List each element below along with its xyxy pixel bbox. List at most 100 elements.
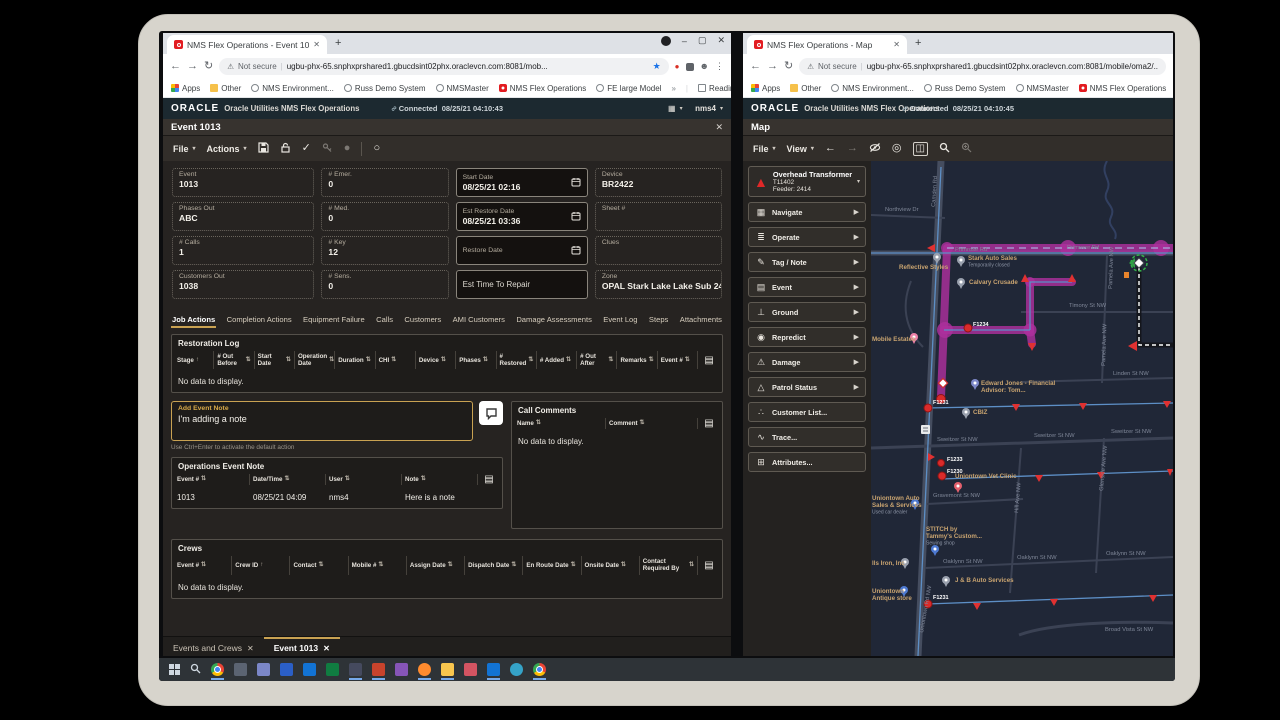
field-start-date[interactable]: Start Date08/25/21 02:16 bbox=[456, 168, 588, 197]
tab-equipment-failure[interactable]: Equipment Failure bbox=[302, 315, 366, 328]
column-chi[interactable]: CHI⇅ bbox=[376, 351, 416, 369]
back-icon[interactable]: ← bbox=[170, 61, 181, 72]
column-device[interactable]: Device⇅ bbox=[416, 351, 456, 369]
sort-icon[interactable]: ↑ bbox=[196, 357, 199, 364]
column-contact[interactable]: Contact⇅ bbox=[290, 556, 348, 574]
sort-icon[interactable]: ⇅ bbox=[284, 476, 289, 483]
column-start-date[interactable]: Start Date⇅ bbox=[255, 351, 295, 369]
taskbar-paint-icon[interactable] bbox=[349, 663, 362, 676]
taskbar-chrome2-icon[interactable] bbox=[533, 663, 546, 676]
zoom-in-icon[interactable] bbox=[961, 142, 972, 156]
panel-close-icon[interactable]: ✕ bbox=[715, 122, 723, 133]
map-canvas[interactable]: Northview DrCamden RdPrimrose RdPrimrose… bbox=[871, 161, 1173, 656]
menu-icon[interactable]: ⋮ bbox=[715, 62, 724, 71]
tab-ami-customers[interactable]: AMI Customers bbox=[452, 315, 506, 328]
column-dispatch-date[interactable]: Dispatch Date⇅ bbox=[465, 556, 523, 574]
sidebar-button-navigate[interactable]: ▦Navigate▶ bbox=[748, 202, 866, 222]
forward-icon[interactable]: → bbox=[187, 61, 198, 72]
bookmark-apps[interactable]: Apps bbox=[171, 84, 200, 93]
taskbar-outlook2-icon[interactable] bbox=[487, 663, 500, 676]
reload-icon[interactable]: ↻ bbox=[784, 61, 793, 72]
sidebar-button-patrol-status[interactable]: △Patrol Status▶ bbox=[748, 377, 866, 397]
tab-completion-actions[interactable]: Completion Actions bbox=[226, 315, 293, 328]
minimize-button[interactable]: – bbox=[682, 36, 687, 46]
column-crew-id[interactable]: Crew ID↑ bbox=[232, 556, 290, 574]
column-assign-date[interactable]: Assign Date⇅ bbox=[407, 556, 465, 574]
taskbar-edge-icon[interactable] bbox=[510, 663, 523, 676]
browser-tab-map[interactable]: NMS Flex Operations - Map ✕ bbox=[747, 35, 907, 54]
taskbar-firefox-icon[interactable] bbox=[418, 663, 431, 676]
start-button[interactable] bbox=[169, 664, 180, 675]
chrome-update-icon[interactable] bbox=[661, 36, 671, 46]
sort-icon[interactable]: ⇅ bbox=[448, 562, 453, 569]
sort-icon[interactable]: ⇅ bbox=[201, 476, 206, 483]
taskbar-search-icon[interactable] bbox=[190, 661, 201, 679]
field-emer[interactable]: # Emer.0 bbox=[321, 168, 448, 197]
sort-icon[interactable]: ⇅ bbox=[318, 562, 323, 569]
sort-icon[interactable]: ⇅ bbox=[640, 420, 645, 427]
add-event-note-input[interactable]: Add Event Note I'm adding a note bbox=[171, 401, 473, 441]
column-restored[interactable]: # Restored⇅ bbox=[497, 351, 537, 369]
calendar-icon[interactable] bbox=[571, 208, 581, 226]
sidebar-button-ground[interactable]: ⊥Ground▶ bbox=[748, 302, 866, 322]
field-med[interactable]: # Med.0 bbox=[321, 202, 448, 231]
new-tab-button[interactable]: + bbox=[335, 38, 341, 49]
taskbar-teams-icon[interactable] bbox=[257, 663, 270, 676]
new-tab-button[interactable]: + bbox=[915, 38, 921, 49]
sort-icon[interactable]: ⇅ bbox=[649, 357, 654, 364]
actions-menu[interactable]: Actions▾ bbox=[207, 144, 247, 154]
sort-icon[interactable]: ⇅ bbox=[345, 476, 350, 483]
field-customers-out[interactable]: Customers Out1038 bbox=[172, 270, 314, 299]
taskbar-snip-icon[interactable] bbox=[464, 663, 477, 676]
save-icon[interactable] bbox=[258, 142, 269, 156]
sidebar-button-attributes[interactable]: ⊞Attributes... bbox=[748, 452, 866, 472]
sort-icon[interactable]: ⇅ bbox=[366, 357, 371, 364]
sort-icon[interactable]: ⇅ bbox=[621, 562, 626, 569]
focus-icon[interactable]: ◎ bbox=[892, 143, 902, 154]
column-event[interactable]: Event #⇅ bbox=[174, 556, 232, 574]
sidebar-button-damage[interactable]: ⚠Damage▶ bbox=[748, 352, 866, 372]
maximize-button[interactable]: ▢ bbox=[698, 35, 707, 46]
column-out-after[interactable]: # Out After⇅ bbox=[577, 351, 617, 369]
forward-icon[interactable]: → bbox=[767, 61, 778, 72]
bookmark-nms-flex-operations[interactable]: NMS Flex Operations bbox=[499, 84, 586, 93]
taskbar-explorer-icon[interactable] bbox=[441, 663, 454, 676]
column-contact-required-by[interactable]: Contact Required By⇅ bbox=[640, 556, 698, 574]
tab-calls[interactable]: Calls bbox=[375, 315, 394, 328]
panel-toggle-icon[interactable]: ◫ bbox=[913, 142, 928, 156]
address-bar[interactable]: ⚠ Not secure | ugbu-phx-65.snphxprshared… bbox=[799, 58, 1166, 75]
column-duration[interactable]: Duration⇅ bbox=[335, 351, 375, 369]
sort-icon[interactable]: ⇅ bbox=[511, 562, 516, 569]
field-key[interactable]: # Key12 bbox=[321, 236, 448, 265]
table-search-icon[interactable]: ▤ bbox=[698, 556, 720, 574]
column-comment[interactable]: Comment⇅ bbox=[606, 418, 698, 429]
field-phases-out[interactable]: Phases OutABC bbox=[172, 202, 314, 231]
taskbar-word-icon[interactable] bbox=[280, 663, 293, 676]
selected-device-card[interactable]: ▲ Overhead Transformer T11402 Feeder: 24… bbox=[748, 166, 866, 197]
column-onsite-date[interactable]: Onsite Date⇅ bbox=[582, 556, 640, 574]
taskbar-outlook-icon[interactable] bbox=[303, 663, 316, 676]
calendar-icon[interactable] bbox=[571, 242, 581, 260]
extension-badge-icon[interactable]: ● bbox=[675, 62, 680, 71]
tab-close-icon[interactable]: ✕ bbox=[893, 40, 900, 49]
sidebar-button-repredict[interactable]: ◉Repredict▶ bbox=[748, 327, 866, 347]
sort-icon[interactable]: ⇅ bbox=[421, 476, 426, 483]
sort-icon[interactable]: ↑ bbox=[260, 562, 263, 569]
taskbar-people-icon[interactable] bbox=[395, 663, 408, 676]
taskbar-powerpoint-icon[interactable] bbox=[372, 663, 385, 676]
table-search-icon[interactable]: ▤ bbox=[698, 351, 720, 369]
bookmark-nms-environment[interactable]: NMS Environment... bbox=[251, 84, 334, 93]
sort-icon[interactable]: ⇅ bbox=[566, 357, 571, 364]
ring-icon[interactable]: ○ bbox=[373, 143, 380, 154]
column-added[interactable]: # Added⇅ bbox=[537, 351, 577, 369]
close-icon[interactable]: ✕ bbox=[323, 644, 330, 653]
bookmark-russ-demo-system[interactable]: Russ Demo System bbox=[924, 84, 1006, 93]
field-est-time-to-repair[interactable]: Est Time To Repair bbox=[456, 270, 588, 299]
sort-icon[interactable]: ⇅ bbox=[528, 357, 533, 364]
tab-job-actions[interactable]: Job Actions bbox=[171, 315, 216, 328]
taskbar-chrome-icon[interactable] bbox=[211, 663, 224, 676]
column-stage[interactable]: Stage↑ bbox=[174, 351, 214, 369]
bookmark-nmsmaster[interactable]: NMSMaster bbox=[436, 84, 489, 93]
sort-icon[interactable]: ⇅ bbox=[201, 562, 206, 569]
sort-icon[interactable]: ⇅ bbox=[246, 357, 251, 364]
